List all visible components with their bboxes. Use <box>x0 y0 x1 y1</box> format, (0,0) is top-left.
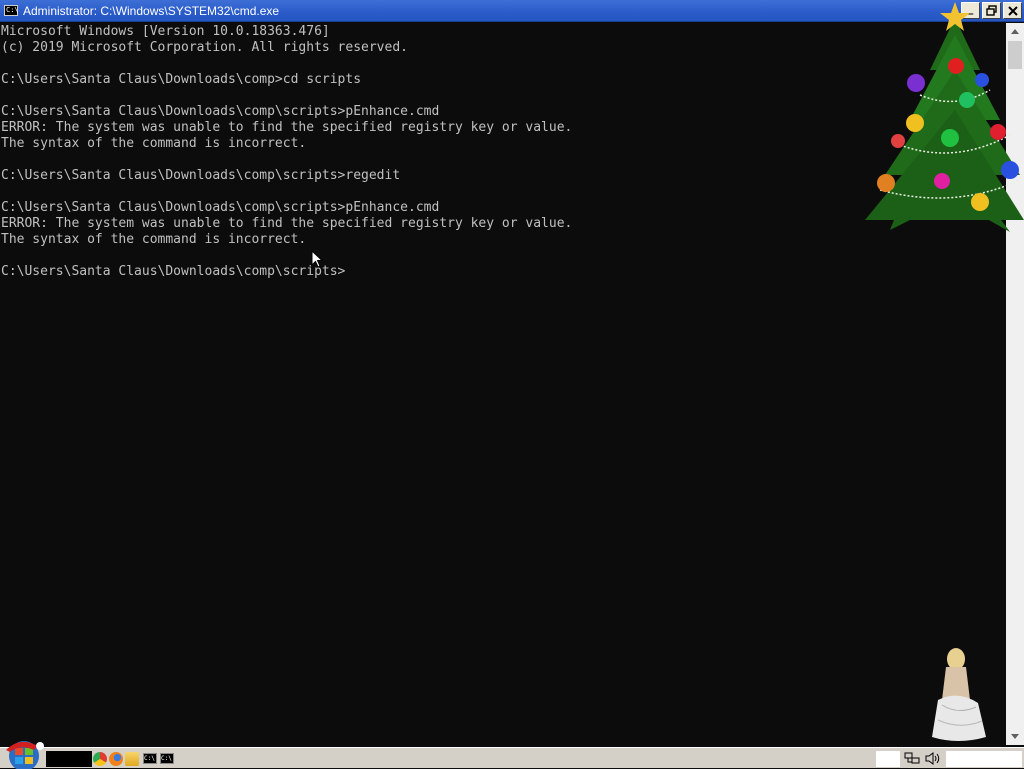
figurine-icon <box>932 648 986 741</box>
taskbar-task-area[interactable] <box>46 751 92 767</box>
cmd-icon[interactable]: C:\ <box>160 753 174 764</box>
network-icon[interactable] <box>903 751 921 766</box>
tray-area <box>876 751 900 767</box>
console-line: Microsoft Windows [Version 10.0.18363.47… <box>1 24 330 39</box>
christmas-tree-icon <box>865 2 1024 232</box>
console-line: C:\Users\Santa Claus\Downloads\comp\scri… <box>1 104 440 119</box>
taskbar: C:\ C:\ <box>0 741 1024 769</box>
console-line: ERROR: The system was unable to find the… <box>1 216 573 231</box>
cmd-icon[interactable]: C:\ <box>4 5 19 16</box>
console-line: ERROR: The system was unable to find the… <box>1 120 573 135</box>
chrome-icon[interactable] <box>93 752 107 766</box>
arrow-down-icon <box>1011 734 1019 739</box>
cmd-icon[interactable]: C:\ <box>143 753 157 764</box>
firefox-icon[interactable] <box>109 752 123 766</box>
console-line: C:\Users\Santa Claus\Downloads\comp\scri… <box>1 200 440 215</box>
console-line: C:\Users\Santa Claus\Downloads\comp\scri… <box>1 264 346 279</box>
scroll-down-button[interactable] <box>1006 728 1024 745</box>
console-line: The syntax of the command is incorrect. <box>1 232 307 247</box>
start-button[interactable] <box>0 738 46 769</box>
console-line: C:\Users\Santa Claus\Downloads\comp>cd s… <box>1 72 362 87</box>
mouse-cursor-icon <box>311 250 323 268</box>
console-line: (c) 2019 Microsoft Corporation. All righ… <box>1 40 408 55</box>
clock[interactable] <box>946 751 1022 767</box>
console-lines: Microsoft Windows [Version 10.0.18363.47… <box>0 23 1006 280</box>
volume-icon[interactable] <box>925 751 943 766</box>
console-line: C:\Users\Santa Claus\Downloads\comp\scri… <box>1 168 401 183</box>
window-title: Administrator: C:\Windows\SYSTEM32\cmd.e… <box>23 3 280 18</box>
console-output[interactable]: Microsoft Windows [Version 10.0.18363.47… <box>0 23 1006 745</box>
file-explorer-icon[interactable] <box>125 752 139 766</box>
console-line: The syntax of the command is incorrect. <box>1 136 307 151</box>
